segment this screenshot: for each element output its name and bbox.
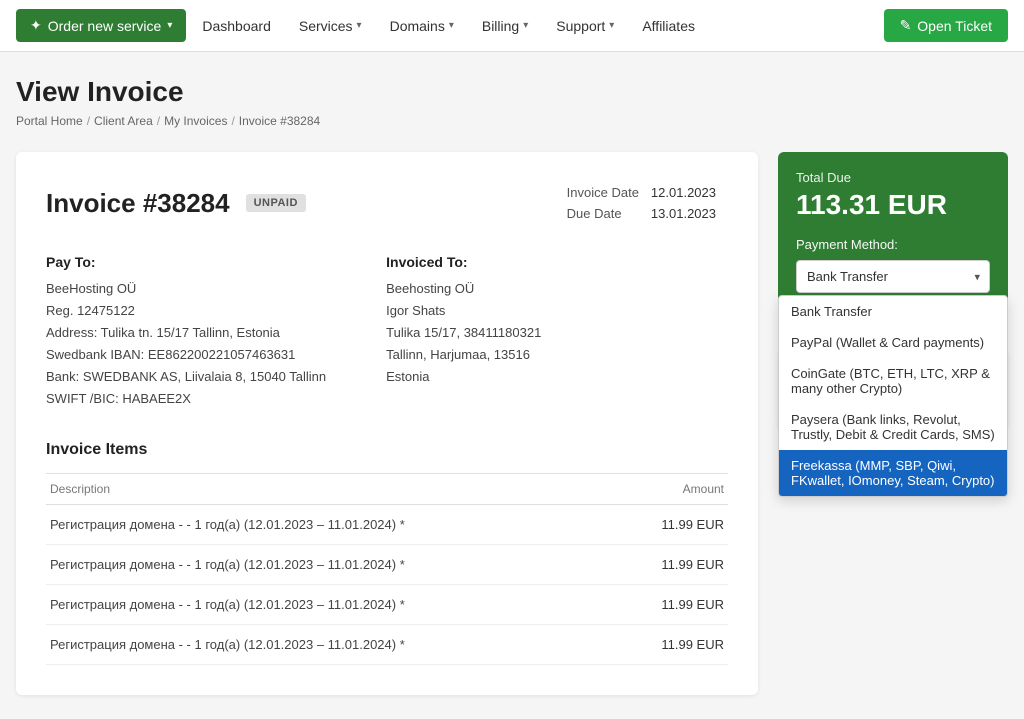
- domains-caret-icon: ▾: [449, 20, 454, 31]
- services-caret-icon: ▾: [357, 20, 362, 31]
- item-description-2: Регистрация домена - - 1 год(а) (12.01.2…: [46, 584, 617, 624]
- pay-to-content: BeeHosting OÜ Reg. 12475122 Address: Tul…: [46, 278, 326, 411]
- table-row: Регистрация домена - - 1 год(а) (12.01.2…: [46, 584, 728, 624]
- breadcrumb-portal-home[interactable]: Portal Home: [16, 114, 83, 128]
- right-panel: Total Due 113.31 EUR Payment Method: Ban…: [778, 152, 1008, 430]
- option-paysera-item[interactable]: Paysera (Bank links, Revolut, Trustly, D…: [779, 404, 1007, 450]
- nav-billing[interactable]: Billing ▾: [470, 10, 540, 42]
- breadcrumb-current: Invoice #38284: [239, 114, 320, 128]
- invoice-table: Description Amount Регистрация домена - …: [46, 473, 728, 665]
- pay-to-label: Pay To:: [46, 254, 326, 270]
- order-button-label: Order new service: [48, 18, 162, 34]
- item-description-1: Регистрация домена - - 1 год(а) (12.01.2…: [46, 544, 617, 584]
- navbar: ✦ Order new service ▾ Dashboard Services…: [0, 0, 1024, 52]
- col-description: Description: [46, 473, 617, 504]
- invoice-card: Invoice #38284 UNPAID Invoice Date 12.01…: [16, 152, 758, 695]
- page-title: View Invoice: [16, 76, 1008, 108]
- option-freekassa-item[interactable]: Freekassa (MMP, SBP, Qiwi, FKwallet, IOm…: [779, 450, 1007, 496]
- billing-caret-icon: ▾: [523, 20, 528, 31]
- payment-dropdown-wrapper: Bank Transfer ▾ Bank Transfer PayPal (Wa…: [796, 260, 990, 293]
- nav-domains[interactable]: Domains ▾: [378, 10, 466, 42]
- invoice-items-title: Invoice Items: [46, 441, 728, 459]
- invoice-date-value: 12.01.2023: [651, 182, 728, 203]
- invoice-parties: Pay To: BeeHosting OÜ Reg. 12475122 Addr…: [46, 254, 728, 411]
- breadcrumb-my-invoices[interactable]: My Invoices: [164, 114, 227, 128]
- status-badge: UNPAID: [246, 194, 306, 212]
- invoice-header: Invoice #38284 UNPAID Invoice Date 12.01…: [46, 182, 728, 224]
- payment-method-select[interactable]: Bank Transfer: [796, 260, 990, 293]
- order-caret-icon: ▾: [167, 20, 172, 31]
- support-caret-icon: ▾: [609, 20, 614, 31]
- payment-dropdown-popup: Bank Transfer PayPal (Wallet & Card paym…: [778, 295, 1008, 497]
- nav-support[interactable]: Support ▾: [544, 10, 626, 42]
- due-date-label: Due Date: [567, 203, 651, 224]
- invoiced-to-label: Invoiced To:: [386, 254, 541, 270]
- item-amount-0: 11.99 EUR: [617, 504, 728, 544]
- option-coingate-item[interactable]: CoinGate (BTC, ETH, LTC, XRP & many othe…: [779, 358, 1007, 404]
- item-description-0: Регистрация домена - - 1 год(а) (12.01.2…: [46, 504, 617, 544]
- breadcrumb-sep2: /: [157, 114, 160, 128]
- order-new-service-button[interactable]: ✦ Order new service ▾: [16, 9, 186, 42]
- invoiced-to-block: Invoiced To: Beehosting OÜ Igor Shats Tu…: [386, 254, 541, 411]
- payment-method-label: Payment Method:: [796, 237, 990, 252]
- table-row: Регистрация домена - - 1 год(а) (12.01.2…: [46, 504, 728, 544]
- invoiced-to-content: Beehosting OÜ Igor Shats Tulika 15/17, 3…: [386, 278, 541, 388]
- breadcrumb-sep1: /: [87, 114, 90, 128]
- nav-services[interactable]: Services ▾: [287, 10, 374, 42]
- breadcrumb-sep3: /: [231, 114, 234, 128]
- invoice-dates: Invoice Date 12.01.2023 Due Date 13.01.2…: [567, 182, 728, 224]
- breadcrumb: Portal Home / Client Area / My Invoices …: [16, 114, 1008, 128]
- total-due-amount: 113.31 EUR: [796, 189, 990, 221]
- item-amount-3: 11.99 EUR: [617, 624, 728, 664]
- col-amount: Amount: [617, 473, 728, 504]
- ticket-icon: ✎: [900, 17, 912, 34]
- due-date-value: 13.01.2023: [651, 203, 728, 224]
- table-row: Регистрация домена - - 1 год(а) (12.01.2…: [46, 544, 728, 584]
- table-row: Регистрация домена - - 1 год(а) (12.01.2…: [46, 624, 728, 664]
- main-content: View Invoice Portal Home / Client Area /…: [0, 52, 1024, 719]
- option-bank-transfer-item[interactable]: Bank Transfer: [779, 296, 1007, 327]
- item-description-3: Регистрация домена - - 1 год(а) (12.01.2…: [46, 624, 617, 664]
- item-amount-2: 11.99 EUR: [617, 584, 728, 624]
- option-paypal-item[interactable]: PayPal (Wallet & Card payments): [779, 327, 1007, 358]
- nav-dashboard[interactable]: Dashboard: [190, 10, 283, 42]
- total-due-label: Total Due: [796, 170, 990, 185]
- item-amount-1: 11.99 EUR: [617, 544, 728, 584]
- open-ticket-button[interactable]: ✎ Open Ticket: [884, 9, 1008, 42]
- pay-to-block: Pay To: BeeHosting OÜ Reg. 12475122 Addr…: [46, 254, 326, 411]
- nav-affiliates[interactable]: Affiliates: [630, 10, 707, 42]
- total-due-card: Total Due 113.31 EUR Payment Method: Ban…: [778, 152, 1008, 333]
- invoice-number: Invoice #38284: [46, 188, 230, 219]
- breadcrumb-client-area[interactable]: Client Area: [94, 114, 153, 128]
- invoice-layout: Invoice #38284 UNPAID Invoice Date 12.01…: [16, 152, 1008, 695]
- order-icon: ✦: [30, 17, 42, 34]
- invoice-date-label: Invoice Date: [567, 182, 651, 203]
